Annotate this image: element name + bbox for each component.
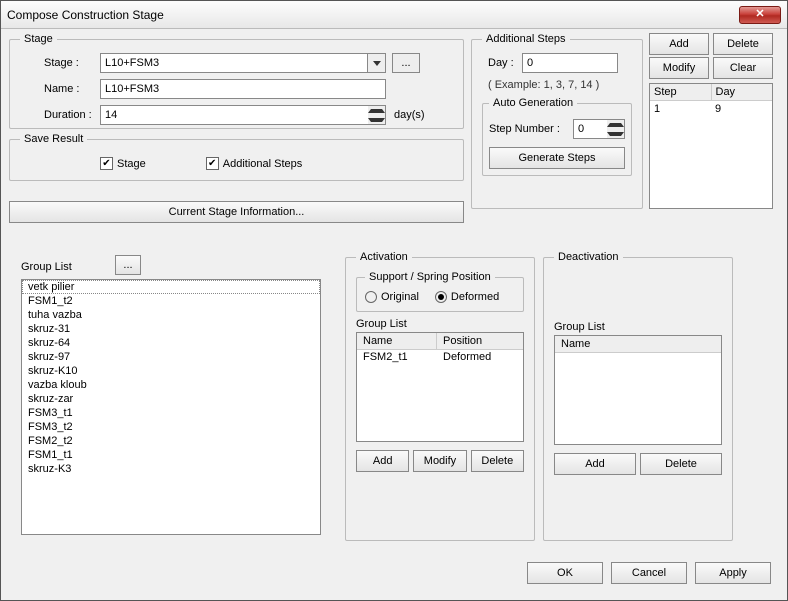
step-number-label: Step Number : bbox=[489, 123, 573, 135]
stage-combo[interactable]: L10+FSM3 bbox=[100, 53, 368, 73]
activation-add-button[interactable]: Add bbox=[356, 450, 409, 472]
stage-fieldset: Stage Stage : L10+FSM3 ... Name : Durati… bbox=[9, 33, 464, 129]
list-item[interactable]: vetk pilier bbox=[22, 280, 320, 294]
list-item[interactable]: skruz-64 bbox=[22, 336, 320, 350]
list-item[interactable]: FSM3_t1 bbox=[22, 406, 320, 420]
window-title: Compose Construction Stage bbox=[7, 8, 739, 22]
save-result-fieldset: Save Result ✔Stage ✔Additional Steps bbox=[9, 133, 464, 181]
generate-steps-button[interactable]: Generate Steps bbox=[489, 147, 625, 169]
group-list-label: Group List bbox=[21, 261, 72, 273]
list-item[interactable]: skruz-K3 bbox=[22, 462, 320, 476]
steps-side: Add Delete Modify Clear Step Day 19 bbox=[649, 33, 773, 209]
steps-table[interactable]: Step Day 19 bbox=[649, 83, 773, 209]
day-input[interactable] bbox=[522, 53, 618, 73]
dialog-button-row: OK Cancel Apply bbox=[527, 562, 771, 584]
stage-more-button[interactable]: ... bbox=[392, 53, 420, 73]
support-position-fieldset: Support / Spring Position Original Defor… bbox=[356, 271, 524, 312]
activation-grouplist-label: Group List bbox=[356, 318, 524, 330]
day-label: Day : bbox=[482, 57, 522, 69]
steps-add-button[interactable]: Add bbox=[649, 33, 709, 55]
auto-generation-legend: Auto Generation bbox=[489, 97, 577, 109]
apply-button[interactable]: Apply bbox=[695, 562, 771, 584]
deactivation-grouplist-label: Group List bbox=[554, 321, 722, 333]
steps-hdr-step: Step bbox=[650, 84, 712, 100]
list-item[interactable]: tuha vazba bbox=[22, 308, 320, 322]
list-item[interactable]: skruz-31 bbox=[22, 322, 320, 336]
duration-input[interactable] bbox=[100, 105, 368, 125]
list-item[interactable]: vazba kloub bbox=[22, 378, 320, 392]
step-number-input[interactable] bbox=[573, 119, 607, 139]
day-example: ( Example: 1, 3, 7, 14 ) bbox=[482, 79, 632, 91]
activation-modify-button[interactable]: Modify bbox=[413, 450, 466, 472]
steps-clear-button[interactable]: Clear bbox=[713, 57, 773, 79]
activation-delete-button[interactable]: Delete bbox=[471, 450, 524, 472]
list-item[interactable]: skruz-zar bbox=[22, 392, 320, 406]
auto-generation-fieldset: Auto Generation Step Number : Generate S… bbox=[482, 97, 632, 176]
table-row[interactable]: 19 bbox=[650, 103, 772, 115]
duration-label: Duration : bbox=[20, 109, 100, 121]
stage-legend: Stage bbox=[20, 33, 57, 45]
activation-hdr-name: Name bbox=[357, 333, 437, 349]
additional-steps-fieldset: Additional Steps Day : ( Example: 1, 3, … bbox=[471, 33, 643, 209]
group-list-box[interactable]: vetk pilierFSM1_t2tuha vazbaskruz-31skru… bbox=[21, 279, 321, 535]
group-list-more-button[interactable]: ... bbox=[115, 255, 141, 275]
chk-addsteps[interactable]: ✔Additional Steps bbox=[206, 157, 303, 170]
table-row[interactable]: FSM2_t1Deformed bbox=[357, 350, 523, 364]
list-item[interactable]: FSM1_t2 bbox=[22, 294, 320, 308]
radio-original[interactable]: Original bbox=[365, 291, 419, 303]
activation-hdr-pos: Position bbox=[437, 333, 523, 349]
step-number-spinner[interactable] bbox=[607, 119, 625, 139]
ok-button[interactable]: OK bbox=[527, 562, 603, 584]
duration-unit: day(s) bbox=[394, 109, 425, 121]
support-position-legend: Support / Spring Position bbox=[365, 271, 495, 283]
stage-label: Stage : bbox=[20, 57, 100, 69]
name-label: Name : bbox=[20, 83, 100, 95]
list-item[interactable]: skruz-K10 bbox=[22, 364, 320, 378]
window: Compose Construction Stage ✕ Stage Stage… bbox=[0, 0, 788, 601]
activation-legend: Activation bbox=[356, 251, 412, 263]
chk-stage[interactable]: ✔Stage bbox=[100, 157, 146, 170]
radio-deformed[interactable]: Deformed bbox=[435, 291, 499, 303]
steps-delete-button[interactable]: Delete bbox=[713, 33, 773, 55]
close-button[interactable]: ✕ bbox=[739, 6, 781, 24]
deactivation-fieldset: Deactivation Group List Name Add Delete bbox=[543, 251, 733, 541]
name-input[interactable] bbox=[100, 79, 386, 99]
current-stage-info-button[interactable]: Current Stage Information... bbox=[9, 201, 464, 223]
list-item[interactable]: FSM1_t1 bbox=[22, 448, 320, 462]
deactivation-add-button[interactable]: Add bbox=[554, 453, 636, 475]
deactivation-legend: Deactivation bbox=[554, 251, 623, 263]
activation-fieldset: Activation Support / Spring Position Ori… bbox=[345, 251, 535, 541]
save-result-legend: Save Result bbox=[20, 133, 87, 145]
deactivation-hdr-name: Name bbox=[555, 336, 721, 352]
cancel-button[interactable]: Cancel bbox=[611, 562, 687, 584]
list-item[interactable]: FSM3_t2 bbox=[22, 420, 320, 434]
list-item[interactable]: skruz-97 bbox=[22, 350, 320, 364]
activation-list[interactable]: Name Position FSM2_t1Deformed bbox=[356, 332, 524, 442]
steps-modify-button[interactable]: Modify bbox=[649, 57, 709, 79]
stage-combo-button[interactable] bbox=[368, 53, 386, 73]
list-item[interactable]: FSM2_t2 bbox=[22, 434, 320, 448]
deactivation-list[interactable]: Name bbox=[554, 335, 722, 445]
title-bar: Compose Construction Stage ✕ bbox=[1, 1, 787, 29]
duration-spinner[interactable] bbox=[368, 105, 386, 125]
steps-hdr-day: Day bbox=[712, 84, 773, 100]
deactivation-delete-button[interactable]: Delete bbox=[640, 453, 722, 475]
additional-steps-legend: Additional Steps bbox=[482, 33, 570, 45]
stage-combo-value: L10+FSM3 bbox=[105, 57, 159, 69]
